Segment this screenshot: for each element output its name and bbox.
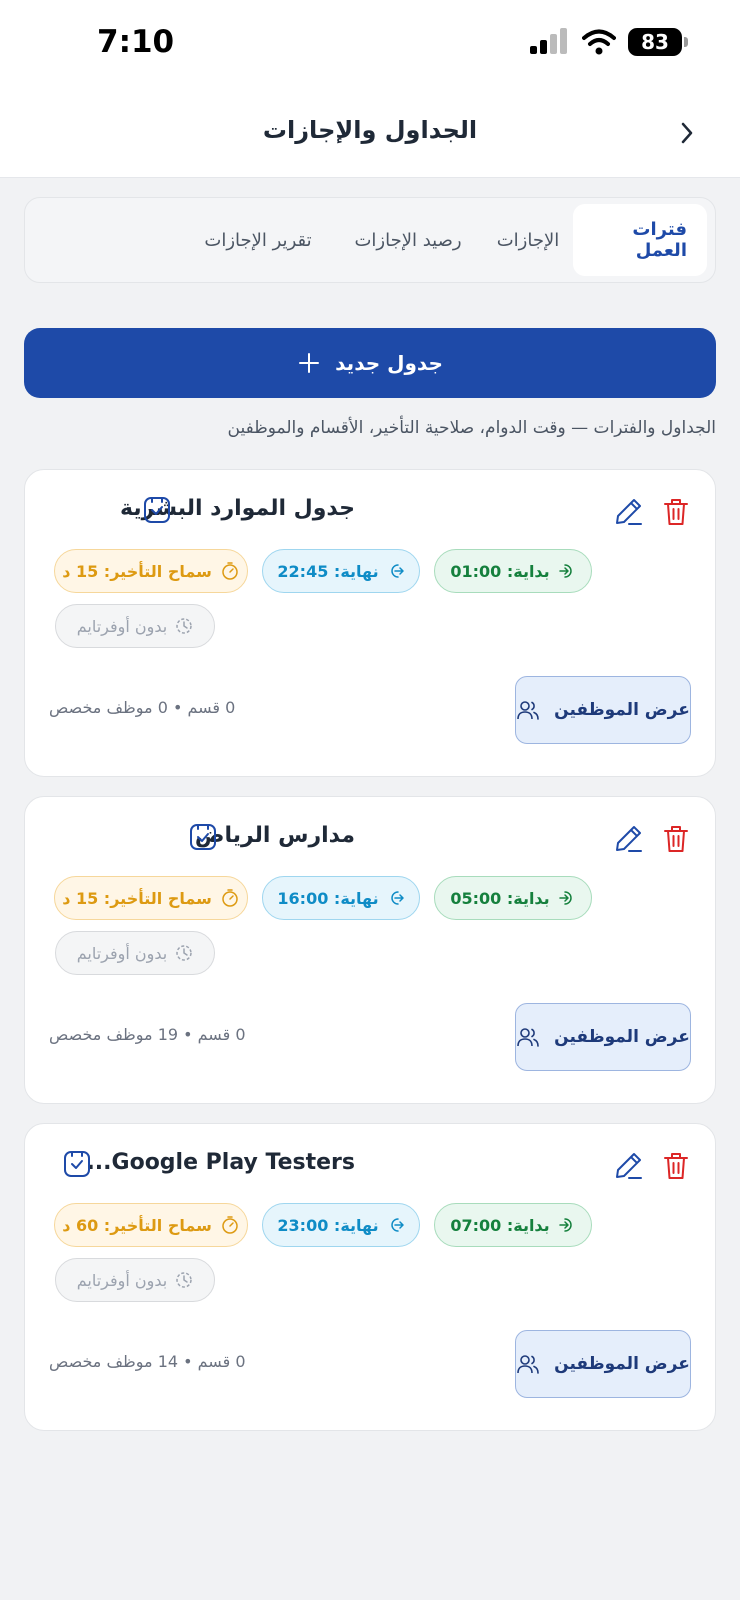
overtime-chip: بدون أوفرتايم xyxy=(55,931,215,975)
signal-icon xyxy=(530,28,567,54)
end-time-label: نهاية: 23:00 xyxy=(277,1215,379,1235)
timer-icon xyxy=(222,562,238,580)
plus-icon xyxy=(299,353,320,373)
clock-icon xyxy=(176,618,192,634)
view-employees-label: عرض الموظفين xyxy=(554,700,690,720)
overtime-chip: بدون أوفرتايم xyxy=(55,604,215,648)
view-employees-label: عرض الموظفين xyxy=(554,1027,690,1047)
login-icon xyxy=(558,891,572,905)
overtime-label: بدون أوفرتايم xyxy=(76,943,168,963)
calendar-check-icon xyxy=(190,824,216,850)
wifi-icon xyxy=(582,29,616,55)
view-employees-button[interactable]: عرض الموظفين xyxy=(515,1330,691,1398)
end-time-label: نهاية: 22:45 xyxy=(277,561,379,581)
start-time-chip: بداية: 01:00 xyxy=(434,549,592,593)
schedule-card: جدول الموارد البشرية بداية: 01:00 نهاية:… xyxy=(24,469,716,777)
clock-icon xyxy=(176,945,192,961)
calendar-check-icon xyxy=(144,497,170,523)
tab-bar: فترات العمل الإجازات رصيد الإجازات تقرير… xyxy=(24,197,716,283)
view-employees-label: عرض الموظفين xyxy=(554,1354,690,1374)
status-icons: 83 xyxy=(530,28,688,56)
new-schedule-label: جدول جديد xyxy=(335,351,443,375)
assignment-summary: 0 قسم • 19 موظف مخصص xyxy=(49,1025,246,1044)
edit-icon[interactable] xyxy=(613,496,645,528)
trash-icon[interactable] xyxy=(661,1150,691,1182)
battery-indicator: 83 xyxy=(628,28,682,56)
page-header: الجداول والإجازات xyxy=(0,90,740,178)
edit-icon[interactable] xyxy=(613,1150,645,1182)
logout-icon xyxy=(390,1218,404,1232)
end-time-label: نهاية: 16:00 xyxy=(277,888,379,908)
end-time-chip: نهاية: 16:00 xyxy=(262,876,420,920)
status-time: 7:10 xyxy=(97,24,175,60)
logout-icon xyxy=(390,891,404,905)
tab-work-shifts[interactable]: فترات العمل xyxy=(573,204,707,276)
new-schedule-button[interactable]: جدول جديد xyxy=(24,328,716,398)
start-time-label: بداية: 05:00 xyxy=(450,888,550,908)
tab-leaves[interactable]: الإجازات xyxy=(483,204,573,276)
trash-icon[interactable] xyxy=(661,823,691,855)
login-icon xyxy=(558,1218,572,1232)
schedule-card: Google Play Testers... بداية: 07:00 نهاي… xyxy=(24,1123,716,1431)
edit-icon[interactable] xyxy=(613,823,645,855)
calendar-check-icon xyxy=(64,1151,90,1177)
end-time-chip: نهاية: 22:45 xyxy=(262,549,420,593)
overtime-label: بدون أوفرتايم xyxy=(76,1270,168,1290)
schedule-card: مدارس الرياض بداية: 05:00 نهاية: 16:00 س… xyxy=(24,796,716,1104)
end-time-chip: نهاية: 23:00 xyxy=(262,1203,420,1247)
schedule-title: مدارس الرياض xyxy=(194,823,355,848)
battery-tip xyxy=(684,37,688,47)
users-icon xyxy=(517,1028,539,1047)
view-employees-button[interactable]: عرض الموظفين xyxy=(515,1003,691,1071)
users-icon xyxy=(517,701,539,720)
start-time-chip: بداية: 05:00 xyxy=(434,876,592,920)
tab-leave-report[interactable]: تقرير الإجازات xyxy=(183,204,333,276)
assignment-summary: 0 قسم • 14 موظف مخصص xyxy=(49,1352,246,1371)
trash-icon[interactable] xyxy=(661,496,691,528)
clock-icon xyxy=(176,1272,192,1288)
overtime-label: بدون أوفرتايم xyxy=(76,616,168,636)
start-time-label: بداية: 01:00 xyxy=(450,561,550,581)
status-bar: 7:10 83 xyxy=(0,0,740,90)
late-allowance-label: سماح التأخير: 15 د xyxy=(62,888,212,908)
schedule-title: Google Play Testers... xyxy=(86,1150,355,1175)
back-button[interactable] xyxy=(672,118,702,148)
users-icon xyxy=(517,1355,539,1374)
start-time-chip: بداية: 07:00 xyxy=(434,1203,592,1247)
timer-icon xyxy=(222,889,238,907)
late-allowance-label: سماح التأخير: 15 د xyxy=(62,561,212,581)
late-allowance-chip: سماح التأخير: 60 د xyxy=(54,1203,248,1247)
start-time-label: بداية: 07:00 xyxy=(450,1215,550,1235)
timer-icon xyxy=(222,1216,238,1234)
late-allowance-chip: سماح التأخير: 15 د xyxy=(54,549,248,593)
tab-leave-balance[interactable]: رصيد الإجازات xyxy=(333,204,483,276)
page-title: الجداول والإجازات xyxy=(262,116,478,144)
view-employees-button[interactable]: عرض الموظفين xyxy=(515,676,691,744)
logout-icon xyxy=(390,564,404,578)
login-icon xyxy=(558,564,572,578)
late-allowance-chip: سماح التأخير: 15 د xyxy=(54,876,248,920)
page-subtitle: الجداول والفترات — وقت الدوام، صلاحية ال… xyxy=(227,418,716,438)
overtime-chip: بدون أوفرتايم xyxy=(55,1258,215,1302)
assignment-summary: 0 قسم • 0 موظف مخصص xyxy=(49,698,236,717)
chevron-right-icon xyxy=(681,122,693,144)
late-allowance-label: سماح التأخير: 60 د xyxy=(62,1215,212,1235)
